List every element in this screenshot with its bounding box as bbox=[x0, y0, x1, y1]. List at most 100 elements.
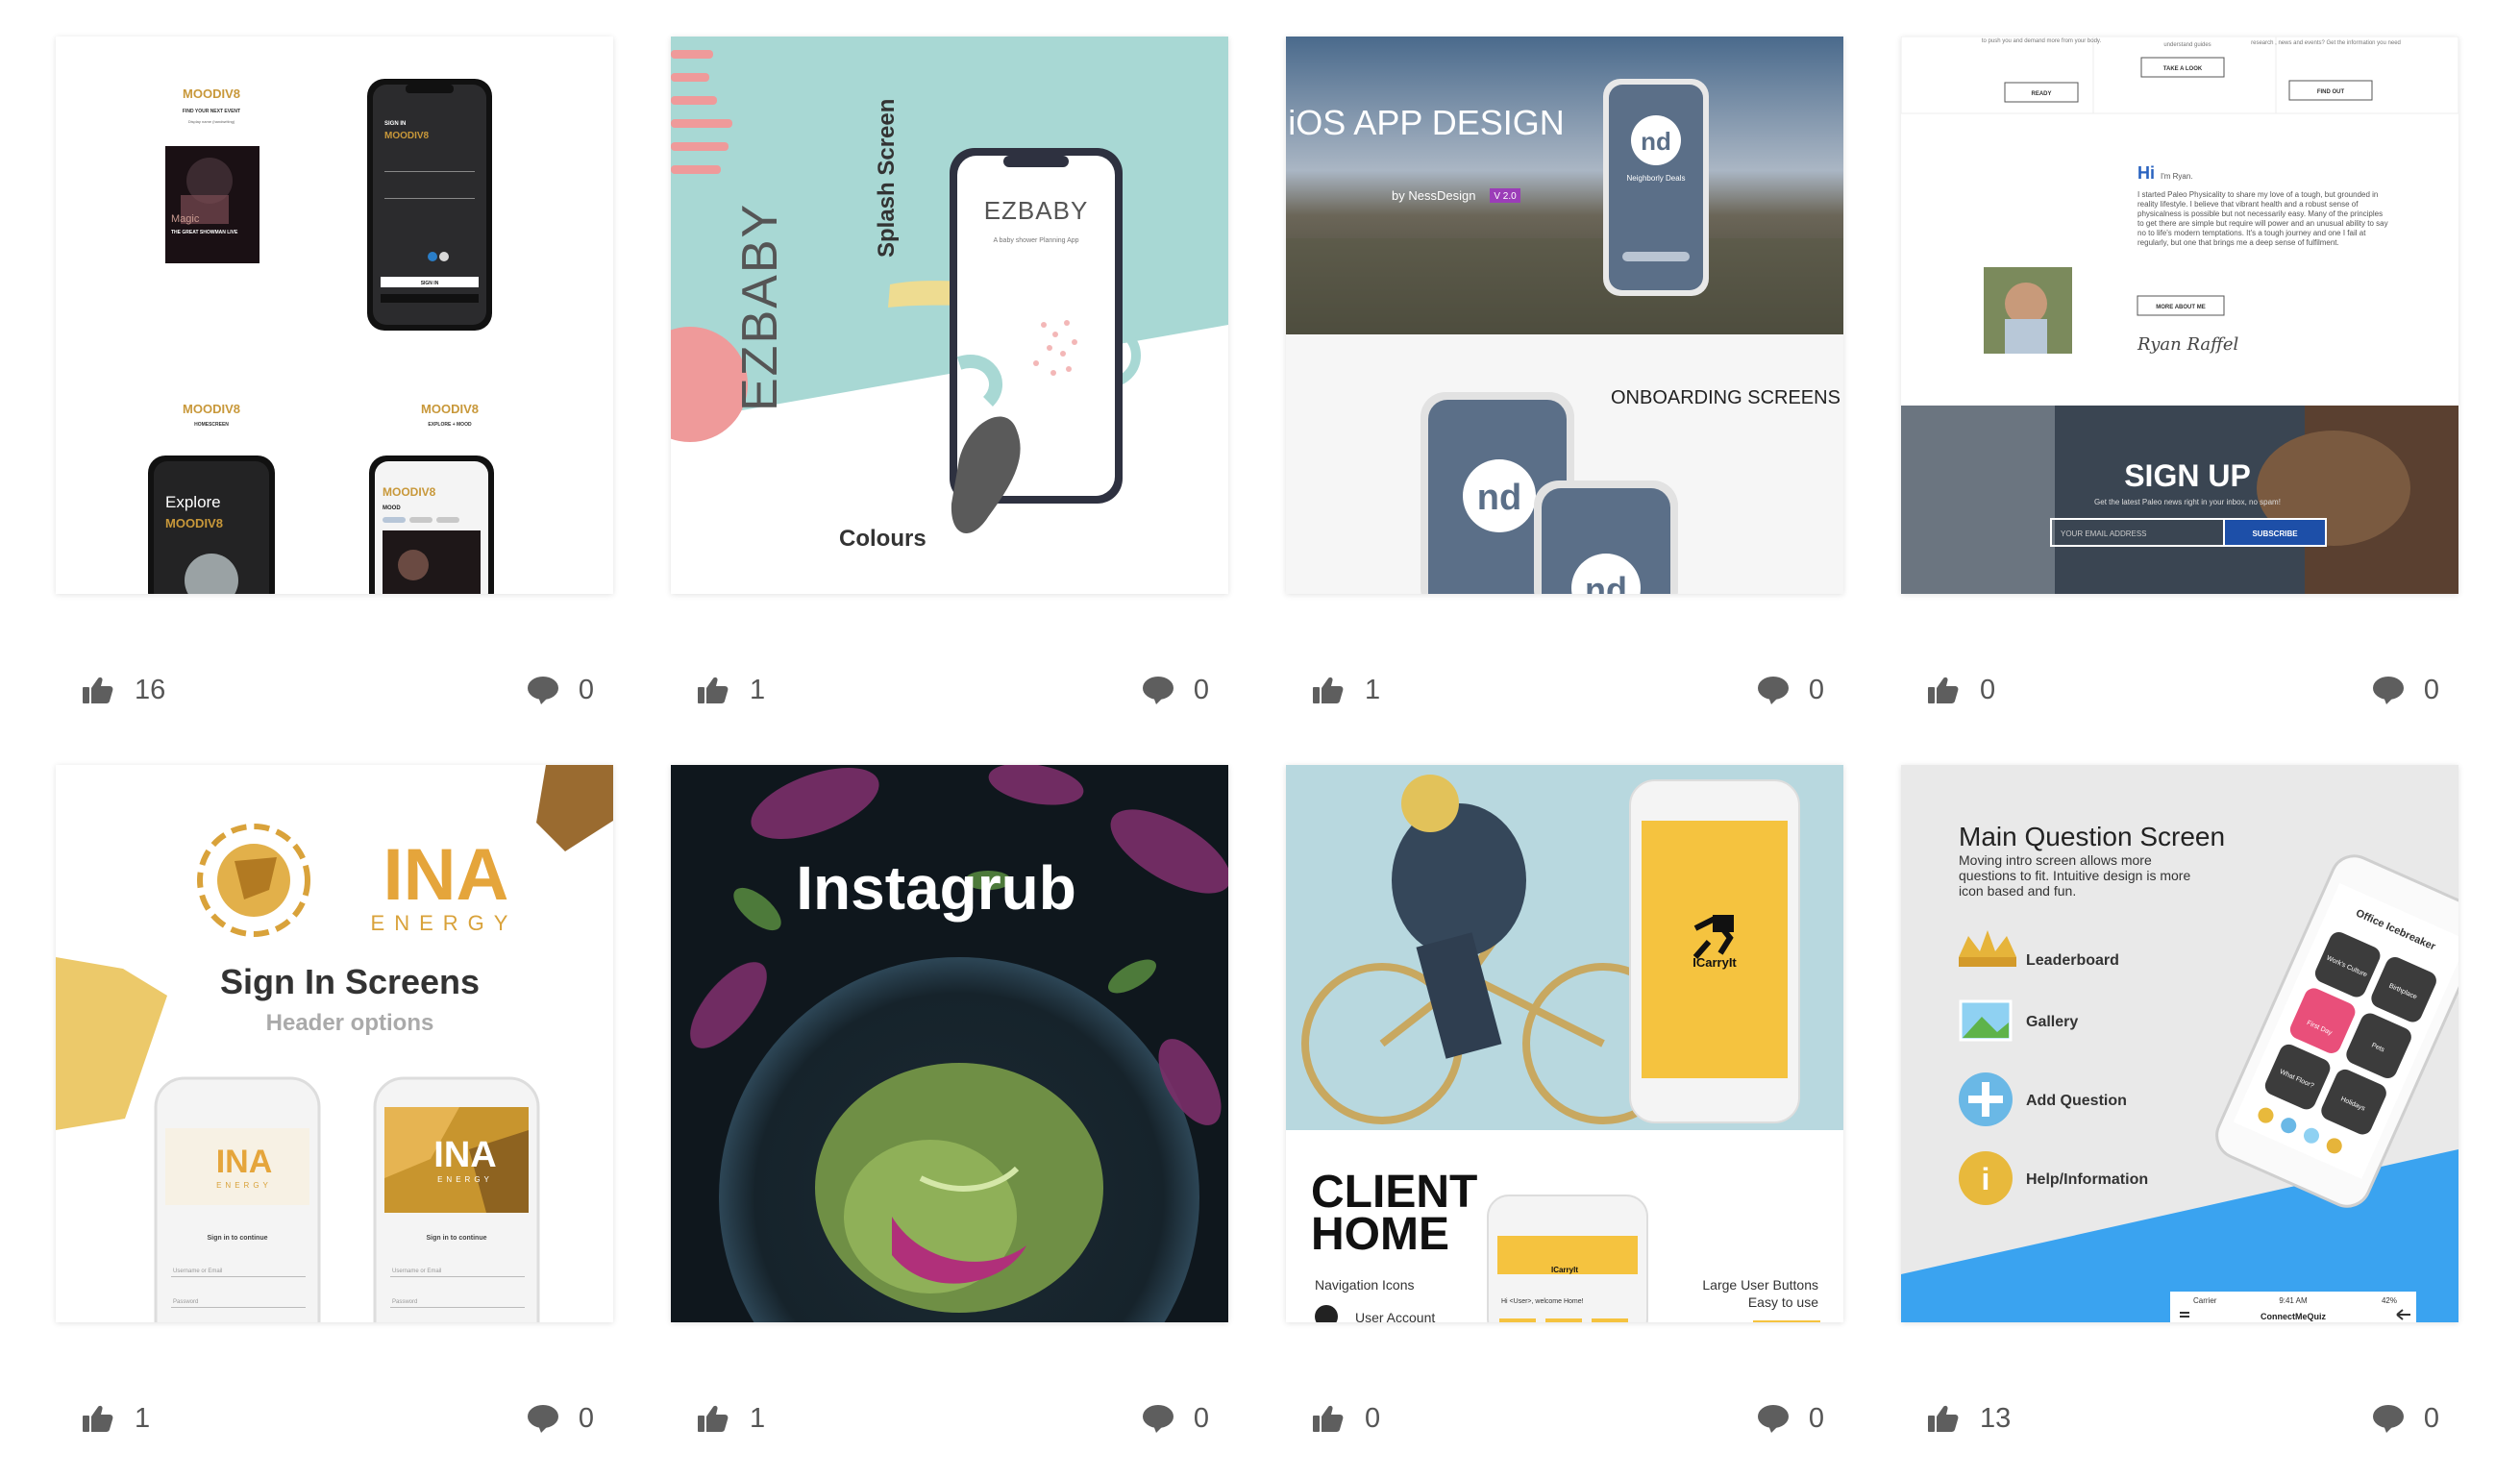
comment-count: 0 bbox=[578, 674, 594, 705]
like-counter[interactable]: 16 bbox=[83, 671, 165, 709]
project-stats: 1 0 bbox=[671, 671, 1228, 709]
nd-caption: Neighborly Deals bbox=[1627, 174, 1686, 183]
splash-screen-label: Splash Screen bbox=[874, 99, 900, 258]
speech-bubble-icon bbox=[1757, 677, 1789, 704]
like-count: 1 bbox=[750, 674, 766, 705]
phone-signin-button-text: SIGN IN bbox=[421, 281, 439, 286]
moodiv8-sub: Display name (handwriting) bbox=[188, 119, 235, 124]
ina-phone-1-sub: ENERGY bbox=[216, 1181, 272, 1190]
quiz-desc-1: Moving intro screen allows more bbox=[1959, 852, 2152, 868]
comment-count: 0 bbox=[578, 1402, 594, 1434]
quiz-title: Main Question Screen bbox=[1959, 822, 2225, 851]
ina-phone-2-password: Password bbox=[392, 1299, 417, 1305]
status-time: 9:41 AM bbox=[2279, 1296, 2308, 1305]
like-counter[interactable]: 1 bbox=[698, 671, 765, 709]
like-counter[interactable]: 0 bbox=[1313, 1399, 1380, 1438]
thumbs-up-icon bbox=[698, 1405, 729, 1432]
ina-phone-2-sub: ENERGY bbox=[437, 1175, 493, 1184]
speech-bubble-icon bbox=[1142, 677, 1174, 704]
comment-counter[interactable]: 0 bbox=[1142, 1399, 1209, 1438]
comment-counter[interactable]: 0 bbox=[527, 671, 594, 709]
app-logo: EZBABY bbox=[984, 196, 1089, 225]
comment-counter[interactable]: 0 bbox=[527, 1399, 594, 1438]
phone-explore-brand: MOODIV8 bbox=[165, 516, 223, 530]
comment-count: 0 bbox=[1193, 674, 1209, 705]
moodiv8-tagline: FIND YOUR NEXT EVENT bbox=[183, 109, 240, 114]
paleo-bio: I started Paleo Physicality to share my … bbox=[2137, 190, 2388, 247]
paleo-find-out-button: FIND OUT bbox=[2317, 89, 2345, 95]
like-count: 0 bbox=[1980, 674, 1996, 705]
paleo-hi: Hi bbox=[2137, 163, 2155, 183]
like-counter[interactable]: 0 bbox=[1928, 671, 1995, 709]
ios-by-line: by NessDesign bbox=[1392, 188, 1475, 203]
poster-line: THE GREAT SHOWMAN LIVE bbox=[171, 230, 238, 235]
project-stats: 13 0 bbox=[1901, 1399, 2458, 1438]
like-count: 1 bbox=[135, 1402, 151, 1434]
ina-brand: INA bbox=[383, 834, 509, 916]
icarryit-mini-name: ICarryIt bbox=[1551, 1266, 1578, 1274]
comment-count: 0 bbox=[1808, 674, 1824, 705]
thumbs-up-icon bbox=[83, 677, 113, 703]
like-counter[interactable]: 13 bbox=[1928, 1399, 2011, 1438]
ina-phone-1-password: Password bbox=[173, 1299, 198, 1305]
ios-version-badge: V 2.0 bbox=[1494, 191, 1517, 202]
thumbs-up-icon bbox=[1313, 1405, 1344, 1432]
paleo-top-text-3: research , news and events? Get the info… bbox=[2251, 40, 2401, 46]
paleo-top-text-1: to push you and demand more from your bo… bbox=[1982, 38, 2102, 44]
status-battery: 42% bbox=[2382, 1296, 2397, 1305]
speech-bubble-icon bbox=[1757, 1405, 1789, 1433]
like-count: 1 bbox=[1365, 674, 1381, 705]
project-stats: 0 0 bbox=[1901, 671, 2458, 709]
ina-phone-1-brand: INA bbox=[216, 1144, 273, 1180]
ina-brand-sub: ENERGY bbox=[371, 911, 518, 935]
large-buttons-label: Large User Buttons bbox=[1702, 1277, 1818, 1293]
project-thumbnail-ina-energy[interactable]: INA ENERGY Sign In Screens Header option… bbox=[56, 765, 613, 1322]
comment-counter[interactable]: 0 bbox=[1757, 1399, 1824, 1438]
comment-count: 0 bbox=[1193, 1402, 1209, 1434]
menu-icon bbox=[2180, 1312, 2189, 1314]
home-label: HOME bbox=[1311, 1209, 1449, 1260]
project-card-ina-energy: INA ENERGY Sign In Screens Header option… bbox=[56, 765, 613, 1434]
thumbs-up-icon bbox=[1313, 677, 1344, 703]
like-count: 13 bbox=[1980, 1402, 2012, 1434]
project-thumbnail-ezbaby[interactable]: EZBABY Splash Screen EZBABY A baby showe… bbox=[671, 37, 1228, 594]
project-thumbnail-paleo-physicality[interactable]: to push you and demand more from your bo… bbox=[1901, 37, 2458, 594]
project-stats: 0 0 bbox=[1286, 1399, 1843, 1438]
like-count: 1 bbox=[750, 1402, 766, 1434]
paleo-signup-heading: SIGN UP bbox=[2124, 458, 2251, 493]
comment-count: 0 bbox=[2423, 674, 2439, 705]
thumbs-up-icon bbox=[83, 1405, 113, 1432]
project-card-moodiv8: MOODIV8 FIND YOUR NEXT EVENT Display nam… bbox=[56, 37, 613, 705]
moodiv8-brand-3: MOODIV8 bbox=[421, 402, 479, 416]
phone-brand: MOODIV8 bbox=[384, 131, 430, 141]
comment-counter[interactable]: 0 bbox=[1142, 671, 1209, 709]
ina-subtitle: Header options bbox=[266, 1010, 434, 1036]
status-carrier: Carrier bbox=[2193, 1296, 2217, 1305]
project-thumbnail-icarryit[interactable]: ICarryIt CLIENT HOME Navigation Icons Us… bbox=[1286, 765, 1843, 1322]
speech-bubble-icon bbox=[1142, 1405, 1174, 1433]
project-thumbnail-moodiv8[interactable]: MOODIV8 FIND YOUR NEXT EVENT Display nam… bbox=[56, 37, 613, 594]
ezbaby-logo-vertical: EZBABY bbox=[732, 203, 788, 411]
user-account-label: User Account bbox=[1355, 1310, 1435, 1322]
help-label: Help/Information bbox=[2026, 1171, 2148, 1188]
paleo-top-text-2: understand guides bbox=[2163, 42, 2211, 48]
paleo-email-field: YOUR EMAIL ADDRESS bbox=[2061, 530, 2147, 538]
ina-phone-2-signin: Sign in to continue bbox=[427, 1235, 487, 1242]
ina-phone-2-brand: INA bbox=[433, 1135, 496, 1175]
nav-icons-label: Navigation Icons bbox=[1315, 1277, 1415, 1293]
project-thumbnail-instagrub[interactable]: Instagrub bbox=[671, 765, 1228, 1322]
project-thumbnail-connectmequiz[interactable]: Main Question Screen Moving intro screen… bbox=[1901, 765, 2458, 1322]
comment-count: 0 bbox=[1808, 1402, 1824, 1434]
project-thumbnail-ios-app-design[interactable]: iOS APP DESIGN by NessDesign V 2.0 nd Ne… bbox=[1286, 37, 1843, 594]
quiz-desc-2: questions to fit. Intuitive design is mo… bbox=[1959, 868, 2190, 883]
project-stats: 16 0 bbox=[56, 671, 613, 709]
like-counter[interactable]: 1 bbox=[1313, 671, 1380, 709]
speech-bubble-icon bbox=[2372, 677, 2404, 704]
comment-counter[interactable]: 0 bbox=[2372, 1399, 2439, 1438]
comment-counter[interactable]: 0 bbox=[2372, 671, 2439, 709]
like-counter[interactable]: 1 bbox=[83, 1399, 150, 1438]
like-counter[interactable]: 1 bbox=[698, 1399, 765, 1438]
comment-counter[interactable]: 0 bbox=[1757, 671, 1824, 709]
gallery-label: Gallery bbox=[2026, 1014, 2078, 1030]
ios-title: iOS APP DESIGN bbox=[1288, 103, 1564, 142]
